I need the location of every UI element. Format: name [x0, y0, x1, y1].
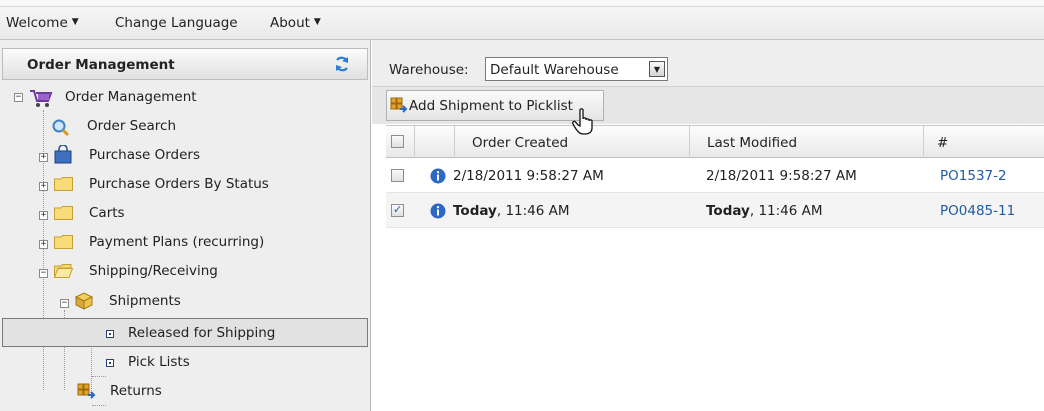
tree-node-shipments[interactable]: − Shipments: [0, 288, 370, 314]
column-header-label: #: [937, 135, 949, 151]
tree-label: Shipments: [109, 293, 181, 309]
tree-label: Order Management: [65, 89, 197, 105]
tree-connector: [92, 376, 106, 377]
last-modified-cell: 2/18/2011 9:58:27 AM: [706, 168, 857, 184]
tree-label: Released for Shipping: [128, 325, 276, 341]
tree-label: Purchase Orders By Status: [89, 176, 269, 192]
expand-icon[interactable]: +: [39, 182, 48, 191]
grid-header: Order Created Last Modified #: [386, 125, 1044, 158]
warehouse-label: Warehouse:: [389, 62, 469, 78]
shopping-cart-icon: [30, 90, 53, 107]
menu-about-label: About: [270, 15, 310, 31]
tree-label: Order Search: [87, 118, 177, 134]
tree-label: Payment Plans (recurring): [89, 234, 265, 250]
collapse-icon[interactable]: −: [39, 269, 48, 278]
folder-icon: [54, 235, 73, 249]
folder-icon: [54, 206, 73, 220]
column-header-label: Order Created: [472, 135, 569, 151]
open-folder-icon: [54, 264, 73, 278]
column-info: [414, 126, 454, 158]
tree-label: Carts: [89, 205, 125, 221]
left-panel-title: Order Management: [27, 57, 175, 73]
tree-label: Purchase Orders: [89, 147, 200, 163]
app-window: Welcome ▼ Change Language About ▼ Order Ma…: [0, 0, 1044, 411]
tree-node-returns[interactable]: Returns: [0, 378, 370, 404]
package-icon: [74, 292, 94, 310]
tree-node-purchase-orders-by-status[interactable]: + Purchase Orders By Status: [0, 171, 370, 197]
menu-top-divider: [0, 6, 1044, 7]
row-checkbox[interactable]: [391, 203, 404, 217]
tree-label: Shipping/Receiving: [89, 263, 218, 279]
tree-node-order-search[interactable]: Order Search: [0, 113, 370, 139]
select-all-checkbox[interactable]: [391, 135, 404, 148]
tree-connector: [92, 405, 106, 406]
order-number-link[interactable]: PO1537-2: [940, 168, 1007, 184]
tree-node-released-for-shipping[interactable]: Released for Shipping: [0, 320, 370, 346]
order-created-cell: 2/18/2011 9:58:27 AM: [453, 168, 604, 184]
info-icon[interactable]: [430, 203, 446, 219]
menu-change-language-label: Change Language: [115, 15, 238, 31]
tree-label: Returns: [110, 383, 162, 399]
tree-node-payment-plans[interactable]: + Payment Plans (recurring): [0, 229, 370, 255]
order-number-link[interactable]: PO0485-11: [940, 203, 1015, 219]
dropdown-arrow-icon[interactable]: ▼: [649, 61, 665, 77]
leaf-node-icon: [106, 330, 114, 338]
table-row[interactable]: Today, 11:46 AM Today, 11:46 AM PO0485-1…: [386, 193, 1044, 228]
warehouse-select-value: Default Warehouse: [490, 62, 619, 78]
add-shipment-to-picklist-label: Add Shipment to Picklist: [409, 98, 573, 114]
folder-icon: [54, 177, 73, 191]
caret-down-icon: ▼: [71, 17, 79, 27]
refresh-icon[interactable]: [333, 55, 351, 73]
column-number[interactable]: #: [923, 126, 1044, 158]
tree-node-pick-lists[interactable]: Pick Lists: [0, 349, 370, 375]
menu-change-language[interactable]: Change Language: [115, 15, 238, 31]
menu-welcome-label: Welcome: [6, 15, 68, 31]
info-icon[interactable]: [430, 168, 446, 184]
tree-label: Pick Lists: [128, 354, 190, 370]
hand-cursor-icon: [572, 108, 593, 135]
shopping-bag-icon: [54, 145, 72, 164]
column-last-modified[interactable]: Last Modified: [689, 126, 923, 158]
left-panel: Order Management − Order Management Orde…: [0, 40, 371, 411]
returns-grid-icon: [77, 383, 96, 399]
column-header-label: Last Modified: [707, 135, 798, 151]
collapse-icon[interactable]: −: [14, 93, 23, 102]
expand-icon[interactable]: +: [39, 211, 48, 220]
warehouse-toolbar: Warehouse: Default Warehouse ▼: [372, 40, 1044, 86]
row-checkbox[interactable]: [391, 169, 404, 182]
search-icon: [52, 119, 70, 137]
tree-node-carts[interactable]: + Carts: [0, 200, 370, 226]
expand-icon[interactable]: +: [39, 153, 48, 162]
menu-welcome[interactable]: Welcome ▼: [6, 15, 79, 31]
order-created-cell: Today, 11:46 AM: [453, 203, 570, 219]
warehouse-select[interactable]: Default Warehouse ▼: [485, 57, 668, 81]
tree-node-shipping-receiving[interactable]: − Shipping/Receiving: [0, 258, 370, 284]
tree-node-purchase-orders[interactable]: + Purchase Orders: [0, 142, 370, 168]
table-row[interactable]: 2/18/2011 9:58:27 AM 2/18/2011 9:58:27 A…: [386, 158, 1044, 193]
expand-icon[interactable]: +: [39, 240, 48, 249]
last-modified-cell: Today, 11:46 AM: [706, 203, 823, 219]
leaf-node-icon: [106, 359, 114, 367]
right-panel: Warehouse: Default Warehouse ▼ Add Shipm…: [372, 40, 1044, 411]
left-panel-header: Order Management: [2, 48, 368, 80]
caret-down-icon: ▼: [313, 17, 321, 27]
menu-bar: Welcome ▼ Change Language About ▼: [0, 0, 1044, 40]
tree-node-order-management[interactable]: − Order Management: [0, 84, 370, 110]
menu-about[interactable]: About ▼: [270, 15, 321, 31]
collapse-icon[interactable]: −: [60, 299, 69, 308]
navigation-tree: − Order Management Order Search + Purcha…: [0, 82, 370, 411]
add-to-picklist-icon: [390, 97, 408, 113]
